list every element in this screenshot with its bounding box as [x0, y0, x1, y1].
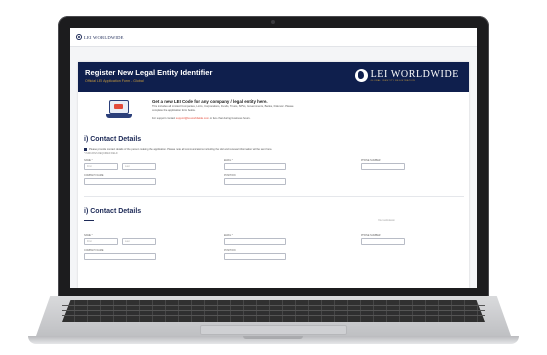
site-topbar: LEI WORLDWIDE — [70, 28, 477, 47]
email-input[interactable] — [224, 163, 286, 170]
intro-text: This includes all Limited Companies, LLC… — [152, 105, 294, 112]
name-label: NAME * — [84, 159, 93, 162]
last-name-input-2[interactable]: Last — [122, 238, 156, 245]
laptop-base — [0, 296, 547, 348]
section-description-text: Please provide contact details of the pe… — [89, 148, 273, 151]
position-input[interactable] — [224, 178, 286, 185]
email-label-2: EMAIL * — [224, 234, 233, 237]
position-label-2: POSITION — [224, 249, 236, 252]
company-label-2: COMPANY NAME — [84, 249, 104, 252]
position-input-2[interactable] — [224, 253, 286, 260]
hero-logo-tagline: GLOBAL IDENTITY REGISTRATION — [370, 79, 416, 82]
site-logo[interactable]: LEI WORLDWIDE — [76, 34, 124, 40]
section-description: Please provide contact details of the pe… — [84, 148, 272, 151]
submission-note: Your submission — [378, 220, 395, 222]
hero-logo: LEI WORLDWIDE GLOBAL IDENTITY REGISTRATI… — [354, 68, 459, 82]
laptop-screen: LEI WORLDWIDE Register New Legal Entity … — [70, 28, 477, 288]
checkbox-icon[interactable] — [84, 148, 87, 151]
first-name-input[interactable]: First — [84, 163, 118, 170]
position-label: POSITION — [224, 174, 236, 177]
trackpad — [200, 325, 347, 335]
support-prefix: For support contact — [152, 117, 176, 120]
laptop-notch — [243, 336, 303, 339]
first-name-input-2[interactable]: First — [84, 238, 118, 245]
required-note: * INDICATES REQUIRED FIELD — [84, 153, 118, 155]
hero-banner: Register New Legal Entity Identifier Off… — [78, 62, 469, 92]
company-name-input-2[interactable] — [84, 253, 156, 260]
email-label: EMAIL * — [224, 159, 233, 162]
support-suffix: or live chat during business hours. — [209, 117, 251, 120]
page-subtitle: Official LEI Application Form - Global — [85, 79, 144, 83]
camera-dot — [271, 20, 275, 24]
email-input-2[interactable] — [224, 238, 286, 245]
laptop-illustration-icon — [106, 98, 132, 122]
name-label-2: NAME * — [84, 234, 93, 237]
support-email-link[interactable]: support@lei-worldwide.com — [176, 117, 209, 120]
intro-support: For support contact support@lei-worldwid… — [152, 117, 251, 120]
application-form-card: Register New Legal Entity Identifier Off… — [78, 62, 469, 288]
intro-title: Get a new LEI Code for any company / leg… — [152, 99, 268, 104]
hero-logo-text: LEI WORLDWIDE — [370, 68, 459, 80]
section-underline — [84, 220, 94, 221]
section-title-contact-details: i) Contact Details — [84, 136, 142, 143]
section-divider — [84, 196, 464, 197]
globe-icon — [76, 34, 82, 40]
phone-input[interactable] — [361, 163, 405, 170]
keyboard — [62, 300, 485, 322]
company-name-input[interactable] — [84, 178, 156, 185]
last-name-input[interactable]: Last — [122, 163, 156, 170]
site-logo-text: LEI WORLDWIDE — [84, 34, 124, 40]
phone-input-2[interactable] — [361, 238, 405, 245]
intro-panel: Get a new LEI Code for any company / leg… — [78, 94, 469, 128]
company-label: COMPANY NAME — [84, 174, 104, 177]
section-title-contact-details-2: i) Contact Details — [84, 208, 142, 215]
phone-label: PHONE NUMBER — [361, 159, 381, 162]
page-title: Register New Legal Entity Identifier — [85, 68, 213, 77]
phone-label-2: PHONE NUMBER — [361, 234, 381, 237]
globe-icon — [354, 69, 368, 82]
